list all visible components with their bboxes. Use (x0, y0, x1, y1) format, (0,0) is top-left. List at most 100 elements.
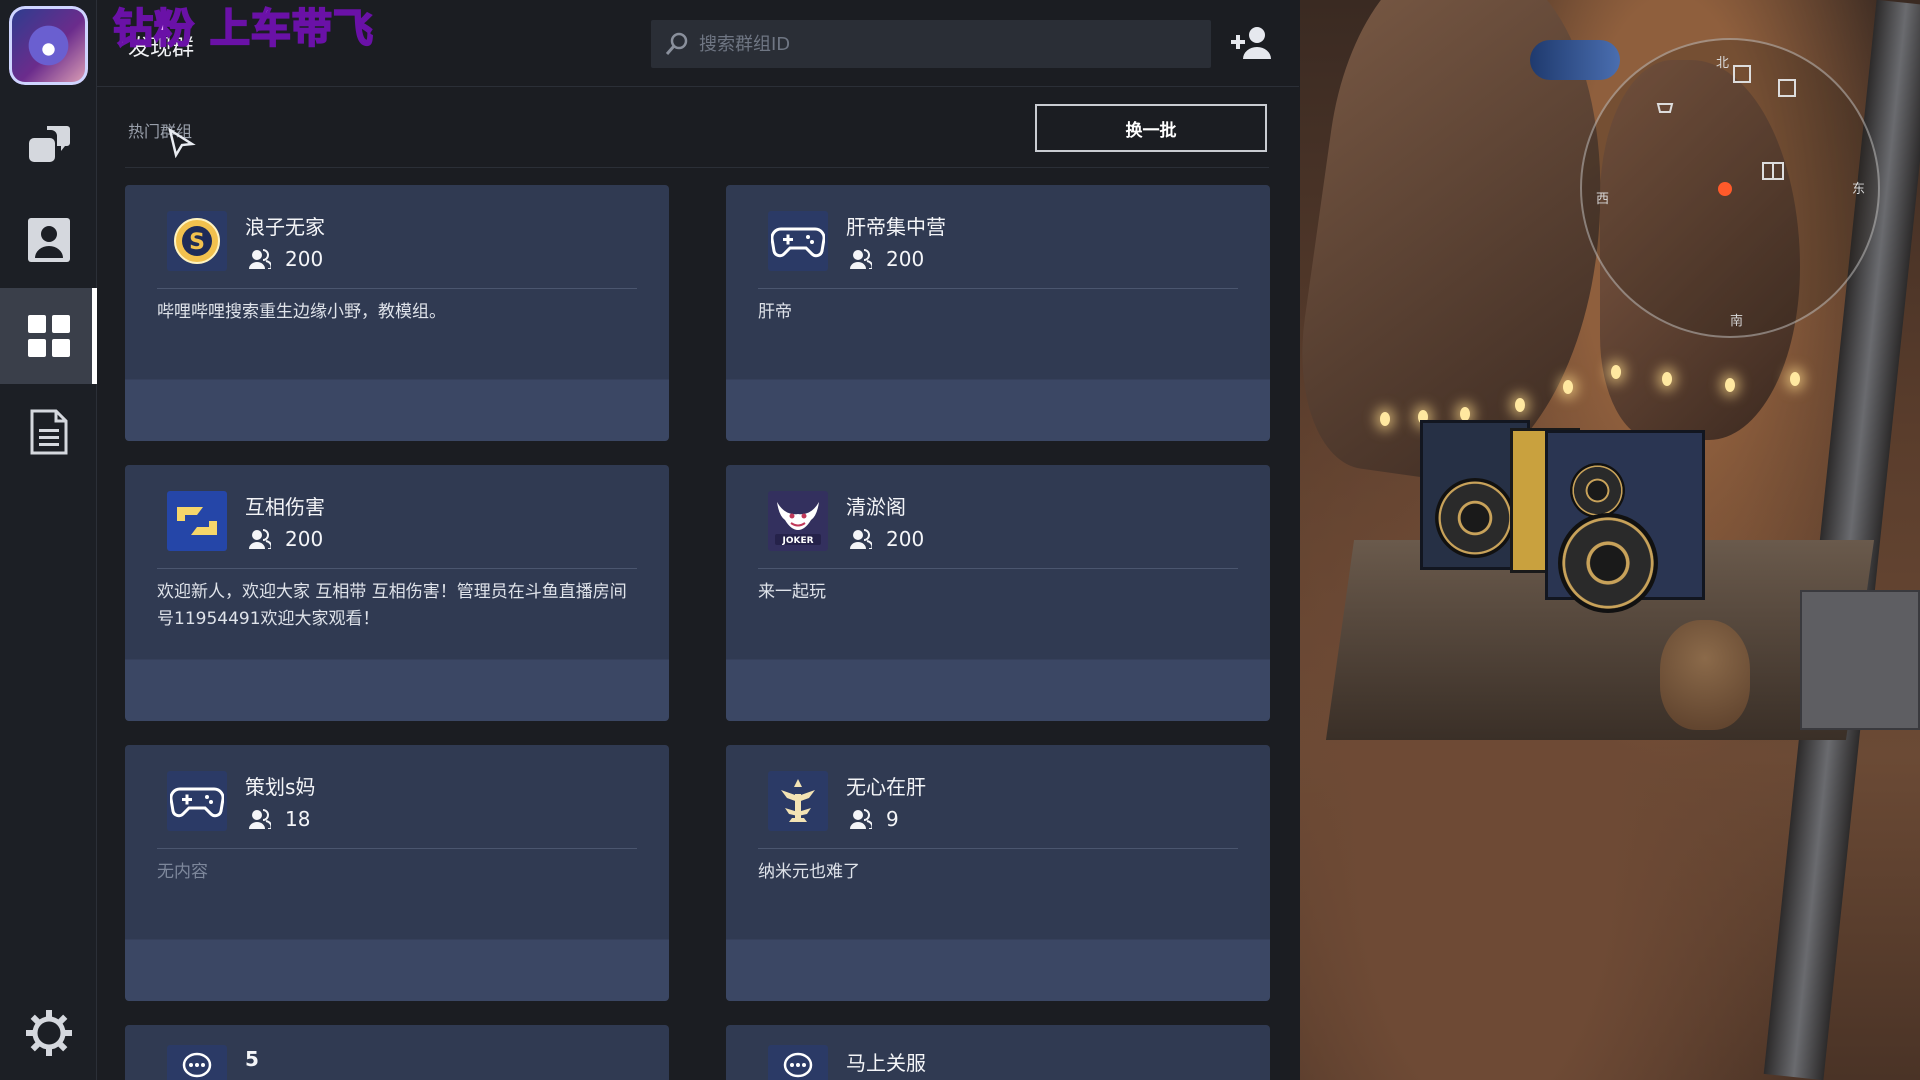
svg-text:JOKER: JOKER (781, 536, 813, 546)
mouse-cursor-icon (168, 128, 196, 158)
string-light (1515, 398, 1525, 412)
member-count: 200 (850, 247, 924, 271)
search-input[interactable] (699, 33, 1179, 55)
member-count: 200 (249, 527, 323, 551)
add-user-icon (1231, 27, 1271, 59)
user-avatar[interactable] (9, 6, 88, 85)
emblem-icon (768, 771, 828, 831)
search-box[interactable] (651, 20, 1211, 68)
speaker-cone (1435, 478, 1515, 558)
header-divider (97, 86, 1299, 87)
group-name: 互相伤害 (245, 495, 325, 519)
gear-icon (25, 1010, 72, 1056)
string-light (1563, 380, 1573, 394)
player-marker-icon (1718, 182, 1732, 196)
member-count: 18 (249, 807, 310, 831)
card-divider (758, 288, 1238, 289)
chat-bubble-icon (167, 1045, 227, 1080)
card-divider (157, 288, 637, 289)
group-name: 马上关服 (846, 1051, 926, 1075)
group-name: 清淤阁 (846, 495, 906, 519)
map-poi-icon (1733, 65, 1751, 83)
sidebar-item-chat[interactable] (0, 96, 97, 192)
map-poi-icon (1762, 162, 1784, 180)
minimap-west: 西 (1596, 192, 1610, 207)
add-friend-button[interactable] (1228, 22, 1274, 64)
card-divider (758, 568, 1238, 569)
document-icon (30, 409, 67, 455)
string-light (1790, 372, 1800, 386)
refresh-button[interactable]: 换一批 (1035, 104, 1267, 152)
member-count: 200 (249, 247, 323, 271)
group-card[interactable]: 马上关服 (726, 1025, 1270, 1080)
group-name: 5 (245, 1047, 259, 1071)
member-count-value: 18 (285, 807, 311, 831)
member-count: 200 (850, 527, 924, 551)
game-scene: 北 西 东 南 (1300, 0, 1920, 1080)
string-light (1725, 378, 1735, 392)
speaker-tweeter (1570, 463, 1625, 518)
member-count: 9 (850, 807, 899, 831)
speaker-right (1545, 430, 1705, 613)
joker-icon: JOKER (768, 491, 828, 551)
section-divider (125, 167, 1269, 168)
coin-icon: S (167, 211, 227, 271)
card-divider (157, 568, 637, 569)
group-card[interactable]: 5 (125, 1025, 669, 1080)
group-description: 无内容 (157, 862, 208, 882)
minimap-south: 南 (1730, 314, 1744, 329)
minimap: 北 西 东 南 (1580, 38, 1880, 338)
members-icon (249, 809, 271, 829)
group-name: 无心在肝 (846, 775, 926, 799)
group-description: 欢迎新人，欢迎大家 互相带 互相伤害！管理员在斗鱼直播房间号11954491欢迎… (157, 582, 627, 629)
settings-button[interactable] (0, 1000, 97, 1066)
member-count-value: 9 (886, 807, 899, 831)
sidebar-item-documents[interactable] (0, 384, 97, 480)
group-name: 浪子无家 (245, 215, 325, 239)
map-poi-icon (1656, 103, 1674, 113)
string-light (1662, 372, 1672, 386)
sidebar (0, 0, 97, 1080)
group-description: 纳米元也难了 (758, 862, 860, 882)
member-count-value: 200 (886, 527, 925, 551)
member-count-value: 200 (886, 247, 925, 271)
minimap-east: 东 (1852, 182, 1866, 197)
group-card[interactable]: JOKER 清淤阁 200 来一起玩 (726, 465, 1270, 721)
gamepad-icon (768, 211, 828, 271)
group-card[interactable]: 肝帝集中营 200 肝帝 (726, 185, 1270, 441)
string-light (1611, 365, 1621, 379)
crate (1800, 590, 1920, 730)
chat-bubble-icon (768, 1045, 828, 1080)
members-icon (850, 249, 872, 269)
member-count-value: 200 (285, 527, 324, 551)
speaker-woofer (1558, 513, 1658, 613)
string-light (1460, 407, 1470, 421)
svg-text:S: S (189, 230, 205, 255)
minimap-north: 北 (1716, 56, 1730, 71)
group-description: 来一起玩 (758, 582, 826, 602)
group-card[interactable]: 互相伤害 200 欢迎新人，欢迎大家 互相带 互相伤害！管理员在斗鱼直播房间号1… (125, 465, 669, 721)
group-name: 策划s妈 (245, 775, 316, 799)
members-icon (249, 529, 271, 549)
group-card[interactable]: 策划s妈 18 无内容 (125, 745, 669, 1001)
member-count-value: 200 (285, 247, 324, 271)
gamepad-icon (167, 771, 227, 831)
group-card[interactable]: 无心在肝 9 纳米元也难了 (726, 745, 1270, 1001)
members-icon (249, 249, 271, 269)
streamer-overlay-text: 钻粉 上车带飞 (112, 5, 374, 53)
search-icon (665, 32, 688, 55)
group-name: 肝帝集中营 (846, 215, 946, 239)
sidebar-item-contacts[interactable] (0, 192, 97, 288)
chat-icon (28, 126, 70, 162)
group-description: 哔哩哔哩搜索重生边缘小野，教模组。 (157, 302, 446, 322)
sidebar-item-discover[interactable] (0, 288, 97, 384)
group-card[interactable]: S 浪子无家 200 哔哩哔哩搜索重生边缘小野，教模组。 (125, 185, 669, 441)
card-divider (157, 848, 637, 849)
map-poi-icon (1778, 79, 1796, 97)
string-light (1380, 412, 1390, 426)
members-icon (850, 809, 872, 829)
arrows-icon (167, 491, 227, 551)
teddy-bear (1660, 620, 1750, 730)
card-divider (758, 848, 1238, 849)
group-description: 肝帝 (758, 302, 792, 322)
